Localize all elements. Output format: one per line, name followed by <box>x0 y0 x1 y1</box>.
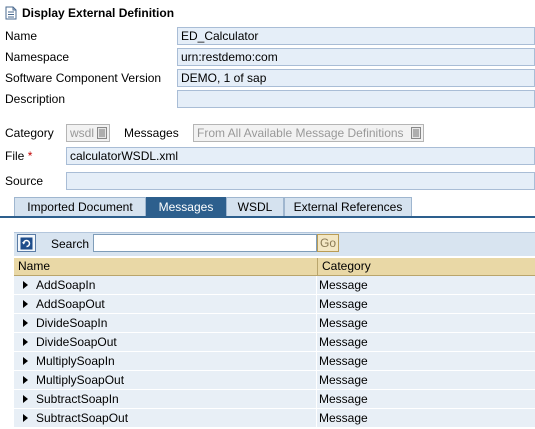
expand-arrow-icon[interactable] <box>23 357 28 365</box>
table-row[interactable]: AddSoapOut Message <box>14 295 535 314</box>
messages-value: From All Available Message Definitions <box>197 126 404 140</box>
column-header-name[interactable]: Name <box>14 258 318 275</box>
row-name: SubtractSoapIn <box>36 392 119 406</box>
row-name: MultiplySoapOut <box>36 373 125 387</box>
name-cell: MultiplySoapIn <box>14 352 317 370</box>
category-value: wsdl <box>70 126 95 140</box>
swcv-label: Software Component Version <box>5 71 162 85</box>
description-field[interactable] <box>177 90 535 108</box>
row-name: MultiplySoapIn <box>36 354 115 368</box>
description-label: Description <box>5 92 66 106</box>
table-header: Name Category <box>14 258 535 276</box>
row-category: Message <box>319 297 368 311</box>
page-title: Display External Definition <box>22 5 175 20</box>
search-input[interactable] <box>93 234 317 252</box>
table-row[interactable]: DivideSoapIn Message <box>14 314 535 333</box>
name-field[interactable]: ED_Calculator <box>177 27 535 45</box>
refresh-icon[interactable] <box>17 234 36 252</box>
expand-arrow-icon[interactable] <box>23 376 28 384</box>
swcv-field[interactable]: DEMO, 1 of sap <box>177 69 535 87</box>
row-category: Message <box>319 411 368 425</box>
tab-external-references[interactable]: External References <box>284 197 412 216</box>
file-label-text: File <box>5 149 25 163</box>
table-row[interactable]: MultiplySoapIn Message <box>14 352 535 371</box>
row-category: Message <box>319 335 368 349</box>
source-label: Source <box>5 174 44 188</box>
row-category: Message <box>319 392 368 406</box>
column-header-category[interactable]: Category <box>318 258 535 275</box>
name-cell: DivideSoapOut <box>14 333 317 351</box>
category-select[interactable]: wsdl <box>66 124 110 142</box>
dropdown-icon <box>410 126 422 140</box>
name-cell: SubtractSoapOut <box>14 409 317 427</box>
namespace-field[interactable]: urn:restdemo:com <box>177 48 535 66</box>
table-row[interactable]: AddSoapIn Message <box>14 276 535 295</box>
dropdown-icon <box>96 126 108 140</box>
row-category: Message <box>319 373 368 387</box>
messages-label: Messages <box>124 126 179 140</box>
name-cell: MultiplySoapOut <box>14 371 317 389</box>
expand-arrow-icon[interactable] <box>23 281 28 289</box>
expand-arrow-icon[interactable] <box>23 395 28 403</box>
file-label: File * <box>5 149 32 163</box>
name-cell: AddSoapIn <box>14 276 317 294</box>
row-name: AddSoapIn <box>36 278 96 292</box>
row-name: SubtractSoapOut <box>36 411 129 425</box>
tab-messages[interactable]: Messages <box>146 197 226 216</box>
row-name: DivideSoapOut <box>36 335 117 349</box>
window-header: Display External Definition <box>0 0 535 25</box>
required-marker: * <box>27 149 33 163</box>
name-cell: SubtractSoapIn <box>14 390 317 408</box>
tab-wsdl[interactable]: WSDL <box>226 197 284 216</box>
expand-arrow-icon[interactable] <box>23 319 28 327</box>
category-label: Category <box>5 126 54 140</box>
name-cell: AddSoapOut <box>14 295 317 313</box>
document-icon <box>4 6 18 20</box>
go-button[interactable]: Go <box>317 234 339 252</box>
table-row[interactable]: MultiplySoapOut Message <box>14 371 535 390</box>
tab-underline <box>0 216 535 218</box>
table-row[interactable]: DivideSoapOut Message <box>14 333 535 352</box>
tab-imported-document[interactable]: Imported Document <box>14 197 146 216</box>
row-category: Message <box>319 316 368 330</box>
file-field[interactable]: calculatorWSDL.xml <box>66 147 535 165</box>
source-field[interactable] <box>66 172 535 190</box>
row-category: Message <box>319 278 368 292</box>
namespace-label: Namespace <box>5 50 70 64</box>
expand-arrow-icon[interactable] <box>23 414 28 422</box>
tabstrip: Imported Document Messages WSDL External… <box>0 197 535 217</box>
expand-arrow-icon[interactable] <box>23 300 28 308</box>
row-name: DivideSoapIn <box>36 316 108 330</box>
expand-arrow-icon[interactable] <box>23 338 28 346</box>
row-name: AddSoapOut <box>36 297 105 311</box>
name-label: Name <box>5 29 38 43</box>
row-category: Message <box>319 354 368 368</box>
table-row[interactable]: SubtractSoapOut Message <box>14 409 535 428</box>
name-cell: DivideSoapIn <box>14 314 317 332</box>
table-row[interactable]: SubtractSoapIn Message <box>14 390 535 409</box>
search-label: Search <box>51 237 90 251</box>
messages-select[interactable]: From All Available Message Definitions <box>193 124 424 142</box>
